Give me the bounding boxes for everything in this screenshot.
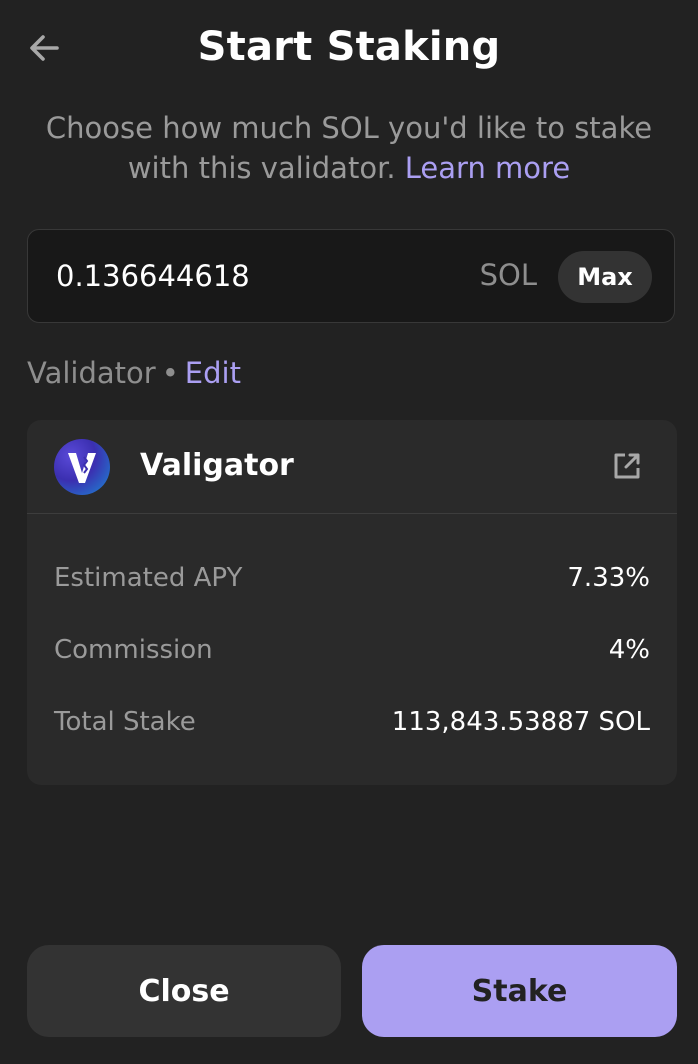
stat-value: 7.33%	[567, 563, 650, 593]
close-button[interactable]: Close	[27, 945, 341, 1037]
stat-label: Estimated APY	[54, 563, 243, 593]
start-staking-screen: Start Staking Choose how much SOL you'd …	[0, 0, 698, 1064]
intro-text: Choose how much SOL you'd like to stake …	[40, 108, 658, 188]
stake-amount-field: SOL Max	[27, 229, 675, 323]
validator-name: Valigator	[140, 448, 294, 483]
amount-input[interactable]	[56, 254, 436, 298]
stat-row-estimated-apy: Estimated APY 7.33%	[54, 558, 650, 598]
learn-more-link[interactable]: Learn more	[405, 151, 570, 185]
separator-dot: •	[161, 356, 179, 390]
page-title: Start Staking	[197, 24, 501, 70]
edit-validator-link[interactable]: Edit	[185, 356, 241, 390]
stake-button[interactable]: Stake	[362, 945, 677, 1037]
stat-value: 113,843.53887 SOL	[391, 707, 650, 737]
validator-label: Validator	[27, 356, 156, 390]
validator-heading: Validator • Edit	[27, 356, 241, 390]
max-button[interactable]: Max	[558, 251, 652, 303]
currency-unit-label: SOL	[479, 258, 537, 292]
stat-label: Commission	[54, 635, 213, 665]
valigator-logo-icon	[54, 439, 110, 495]
stat-row-commission: Commission 4%	[54, 630, 650, 670]
validator-card: Valigator Estimated APY 7.33% Commission…	[27, 420, 677, 785]
stat-label: Total Stake	[54, 707, 196, 737]
external-link-icon[interactable]	[613, 452, 641, 480]
stat-value: 4%	[608, 635, 650, 665]
validator-card-header: Valigator	[27, 420, 677, 514]
stat-row-total-stake: Total Stake 113,843.53887 SOL	[54, 702, 650, 742]
